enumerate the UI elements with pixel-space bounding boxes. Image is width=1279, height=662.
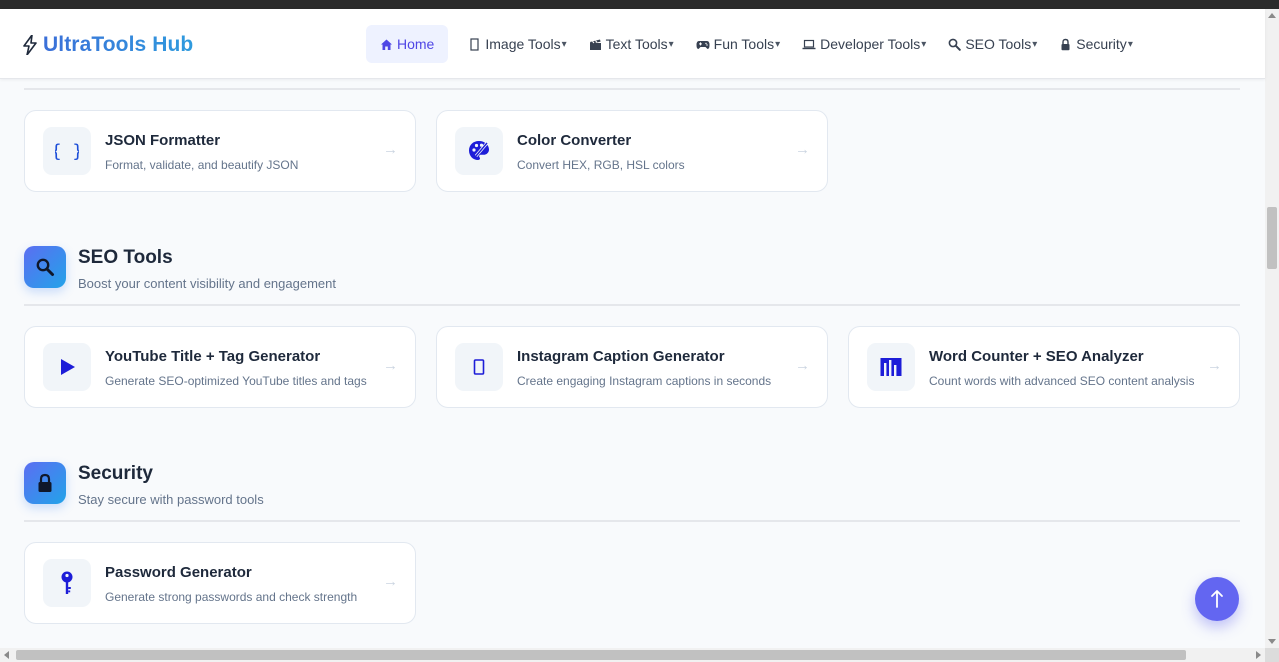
nav-developer-tools[interactable]: Developer Tools ▾ — [791, 25, 937, 63]
lock-icon — [1061, 38, 1070, 50]
chevron-down-icon: ▾ — [668, 38, 674, 50]
tool-card-color-converter[interactable]: Color Converter Convert HEX, RGB, HSL co… — [436, 110, 828, 192]
scroll-up-icon[interactable] — [1268, 13, 1276, 18]
svg-text:{ }: { } — [55, 141, 79, 162]
card-title: Password Generator — [105, 564, 252, 581]
arrow-right-icon: → — [383, 573, 398, 590]
nav-security-label: Security — [1076, 36, 1127, 52]
scroll-down-icon[interactable] — [1268, 639, 1276, 644]
nav-developer-tools-label: Developer Tools — [820, 36, 921, 52]
card-title: Instagram Caption Generator — [517, 348, 725, 365]
card-description: Generate SEO-optimized YouTube titles an… — [105, 374, 367, 388]
chevron-down-icon: ▾ — [561, 38, 567, 50]
horizontal-scrollbar[interactable] — [0, 648, 1265, 662]
vertical-scrollbar[interactable] — [1265, 9, 1279, 648]
tool-card-json-formatter[interactable]: { } JSON Formatter Format, validate, and… — [24, 110, 416, 192]
tool-card-instagram-caption[interactable]: Instagram Caption Generator Create engag… — [436, 326, 828, 408]
image-icon — [470, 37, 479, 51]
card-title: JSON Formatter — [105, 132, 221, 149]
section-divider — [24, 304, 1240, 306]
nav-text-tools-label: Text Tools — [605, 36, 668, 52]
nav-security[interactable]: Security ▾ — [1048, 25, 1144, 63]
nav-fun-tools[interactable]: Fun Tools ▾ — [685, 25, 791, 63]
magnifier-icon — [36, 258, 54, 276]
vertical-scroll-thumb[interactable] — [1267, 207, 1277, 269]
nav-home[interactable]: Home — [366, 25, 449, 63]
card-description: Count words with advanced SEO content an… — [929, 374, 1195, 388]
arrow-right-icon: → — [383, 141, 398, 158]
section-divider — [24, 88, 1240, 90]
lightning-icon — [23, 35, 37, 55]
magnifier-icon — [948, 38, 962, 51]
nav-fun-tools-label: Fun Tools — [713, 36, 775, 52]
key-icon — [43, 559, 91, 607]
brand-name: UltraTools Hub — [43, 33, 194, 56]
laptop-icon — [802, 39, 816, 49]
scrollbar-corner — [1265, 648, 1279, 662]
palette-icon — [455, 127, 503, 175]
chevron-down-icon: ▾ — [1127, 38, 1133, 50]
lock-icon — [38, 473, 52, 492]
card-title: Color Converter — [517, 132, 632, 149]
card-description: Convert HEX, RGB, HSL colors — [517, 158, 685, 172]
security-section-icon — [24, 462, 66, 504]
chevron-down-icon: ▾ — [775, 38, 781, 50]
horizontal-scroll-thumb[interactable] — [16, 650, 1186, 660]
chevron-down-icon: ▾ — [1032, 38, 1038, 50]
arrow-up-icon — [1211, 590, 1223, 608]
gamepad-icon — [696, 40, 710, 49]
nav-seo-tools-label: SEO Tools — [965, 36, 1032, 52]
scroll-right-icon[interactable] — [1256, 651, 1261, 659]
seo-section-icon — [24, 246, 66, 288]
arrow-right-icon: → — [795, 141, 810, 158]
section-subtitle: Stay secure with password tools — [78, 492, 264, 507]
braces-icon: { } — [43, 127, 91, 175]
tool-card-password-generator[interactable]: Password Generator Generate strong passw… — [24, 542, 416, 624]
phone-icon — [455, 343, 503, 391]
arrow-right-icon: → — [795, 357, 810, 374]
clapperboard-icon — [589, 39, 601, 50]
back-to-top-button[interactable] — [1195, 577, 1239, 621]
card-description: Create engaging Instagram captions in se… — [517, 374, 772, 388]
nav-home-label: Home — [397, 36, 435, 52]
section-divider — [24, 520, 1240, 522]
section-title: Security — [78, 463, 153, 484]
arrow-right-icon: → — [383, 357, 398, 374]
section-subtitle: Boost your content visibility and engage… — [78, 276, 336, 291]
nav-image-tools[interactable]: Image Tools ▾ — [457, 25, 577, 63]
section-title: SEO Tools — [78, 247, 173, 268]
play-icon — [43, 343, 91, 391]
home-icon — [381, 39, 392, 50]
chevron-down-icon: ▾ — [921, 38, 927, 50]
card-title: Word Counter + SEO Analyzer — [929, 348, 1144, 365]
browser-top-strip — [0, 0, 1279, 9]
arrow-right-icon: → — [1207, 357, 1222, 374]
nav-image-tools-label: Image Tools — [485, 36, 561, 52]
main-nav: Home Image Tools ▾ Text Tools ▾ Fun Tool… — [366, 25, 1144, 63]
bar-chart-icon — [867, 343, 915, 391]
card-description: Generate strong passwords and check stre… — [105, 590, 358, 604]
card-title: YouTube Title + Tag Generator — [105, 348, 321, 365]
brand-logo[interactable]: UltraTools Hub — [23, 32, 193, 58]
nav-seo-tools[interactable]: SEO Tools ▾ — [937, 25, 1048, 63]
nav-text-tools[interactable]: Text Tools ▾ — [578, 25, 685, 63]
scroll-left-icon[interactable] — [4, 651, 9, 659]
tool-card-youtube-generator[interactable]: YouTube Title + Tag Generator Generate S… — [24, 326, 416, 408]
tool-card-word-counter[interactable]: Word Counter + SEO Analyzer Count words … — [848, 326, 1240, 408]
card-description: Format, validate, and beautify JSON — [105, 158, 299, 172]
site-header: UltraTools Hub Home Image Tools ▾ Text T… — [0, 9, 1265, 79]
